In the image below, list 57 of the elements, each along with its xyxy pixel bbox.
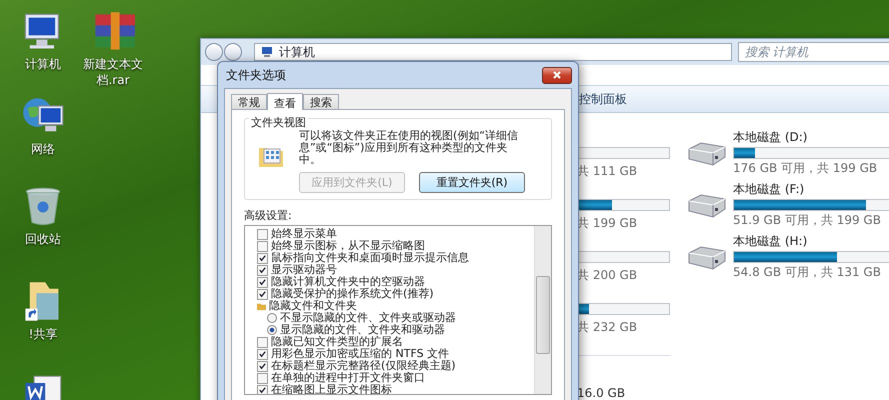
checkbox[interactable] (257, 276, 268, 288)
close-button[interactable] (542, 66, 572, 84)
group-title: 文件夹视图 (249, 115, 308, 130)
desktop-icon-label[interactable]: 网络 (12, 141, 74, 157)
setting-label: 隐藏受保护的操作系统文件(推荐) (271, 288, 434, 300)
checkbox[interactable] (257, 360, 268, 372)
setting-label: 始终显示菜单 (271, 228, 337, 240)
setting-label: 隐藏文件和文件夹 (269, 300, 357, 312)
checkbox[interactable] (257, 372, 268, 384)
drive-name[interactable]: 本地磁盘 (H:) (733, 233, 889, 250)
checkbox[interactable] (257, 240, 268, 252)
description-text: 可以将该文件夹正在使用的视图(例如“详细信息”或“图标”)应用到所有这种类型的文件夹中。 (299, 130, 519, 166)
drive-name[interactable]: 本地磁盘 (F:) (733, 181, 889, 198)
section-label: 高级设置: (244, 208, 293, 223)
checkbox[interactable] (257, 348, 268, 360)
setting-label: 在标题栏显示完整路径(仅限经典主题) (271, 360, 456, 372)
checkbox[interactable] (257, 264, 268, 276)
setting-label: 隐藏计算机文件夹中的空驱动器 (271, 276, 425, 288)
drive-name[interactable]: 本地磁盘 (D:) (733, 129, 889, 146)
radio-button[interactable] (267, 313, 277, 323)
desktop-icon-label[interactable]: 新建文本文档.rar (82, 56, 144, 88)
dialog-title: 文件夹选项 (226, 66, 286, 84)
setting-label: 在单独的进程中打开文件夹窗口 (271, 372, 425, 384)
setting-label: 隐藏已知文件类型的扩展名 (271, 336, 403, 348)
setting-label: 始终显示图标，从不显示缩略图 (271, 240, 425, 252)
capacity-text: 54.8 GB 可用，共 131 GB (733, 264, 882, 281)
checkbox[interactable] (257, 384, 268, 394)
setting-label: 显示隐藏的文件、文件夹和驱动器 (280, 324, 445, 336)
desktop-icon-label[interactable]: 回收站 (12, 231, 74, 247)
memory-text: 16.0 GB (577, 386, 626, 400)
capacity-text: 51.9 GB 可用，共 199 GB (733, 212, 882, 229)
checkbox[interactable] (257, 228, 268, 240)
setting-label: 不显示隐藏的文件、文件夹或驱动器 (280, 312, 456, 324)
scrollbar[interactable] (534, 226, 551, 394)
radio-button[interactable] (267, 325, 277, 335)
setting-label: 显示驱动器号 (271, 264, 337, 276)
folder-icon (257, 302, 266, 310)
address-bar[interactable]: 计算机 (254, 43, 732, 61)
back-button[interactable] (205, 43, 223, 61)
setting-label: 鼠标指向文件夹和桌面项时显示提示信息 (271, 252, 469, 264)
checkbox[interactable] (257, 252, 268, 264)
tab[interactable]: 查看 (267, 93, 303, 110)
dialog-button[interactable]: 重置文件夹(R) (419, 172, 525, 193)
forward-button[interactable] (224, 43, 242, 61)
computer-icon (261, 46, 273, 58)
checkbox[interactable] (257, 288, 268, 300)
close-icon (552, 70, 562, 80)
setting-label: 用彩色显示加密或压缩的 NTFS 文件 (271, 348, 450, 360)
address-text: 计算机 (279, 44, 315, 60)
tab[interactable]: 常规 (231, 94, 267, 109)
toolbar-link[interactable]: 控制面板 (579, 90, 627, 108)
tab[interactable]: 搜索 (303, 94, 339, 109)
checkbox[interactable] (257, 336, 268, 348)
desktop-icon-label[interactable]: !共享 (12, 326, 74, 342)
desktop-icon-label[interactable]: 计算机 (12, 56, 74, 72)
capacity-text: 176 GB 可用，共 199 GB (733, 160, 878, 177)
search-field[interactable]: 搜索 计算机 (738, 42, 889, 62)
